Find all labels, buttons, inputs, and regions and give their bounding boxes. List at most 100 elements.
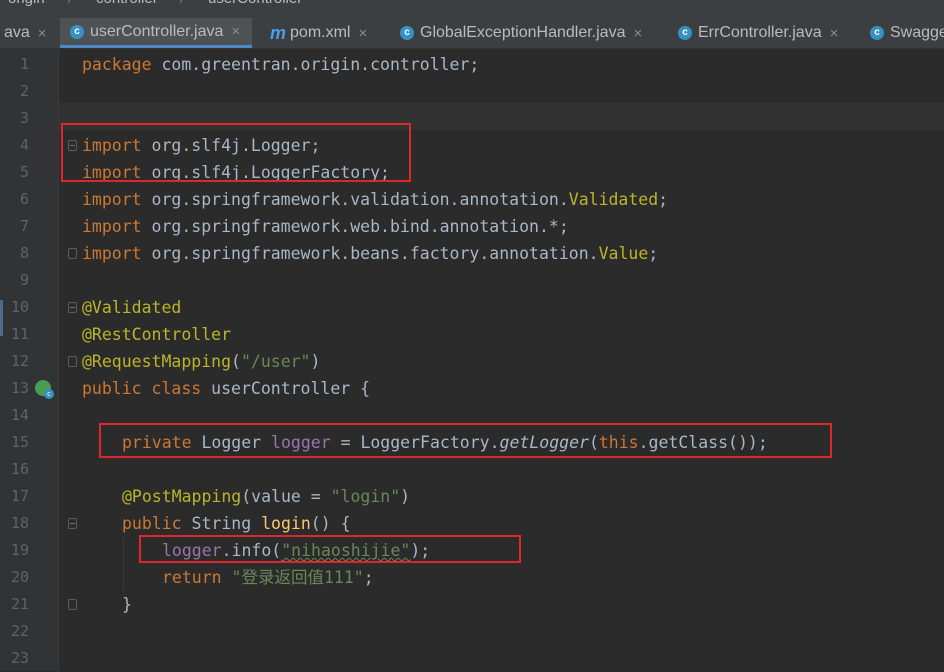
- tab-label: ErrController.java: [698, 24, 822, 41]
- java-class-icon: c: [870, 26, 884, 40]
- line-number: 16: [10, 460, 29, 478]
- code-text: (value =: [241, 487, 331, 506]
- keyword: return: [162, 568, 222, 587]
- line-number: 23: [10, 649, 29, 667]
- breadcrumb-item[interactable]: controller: [96, 0, 158, 7]
- line-number: 17: [10, 487, 29, 505]
- code-line[interactable]: import org.springframework.validation.an…: [82, 186, 668, 213]
- keyword: class: [151, 379, 202, 398]
- code-text: ;: [363, 568, 374, 587]
- tab-err-controller[interactable]: c ErrController.java ×: [678, 18, 838, 48]
- code-text: org.springframework.validation.annotatio…: [141, 190, 569, 209]
- code-text: com.greentran.origin.controller;: [151, 55, 480, 74]
- breadcrumb-item[interactable]: origin: [8, 0, 45, 7]
- annotation: @RestController: [82, 325, 232, 344]
- breadcrumb: origin / controller / userController: [0, 0, 944, 18]
- code-line[interactable]: import org.springframework.web.bind.anno…: [82, 213, 569, 240]
- line-number: 18: [10, 514, 29, 532]
- java-class-icon: c: [70, 24, 84, 39]
- java-class-icon: c: [400, 26, 414, 40]
- code-text: }: [122, 595, 132, 614]
- annotation-name: Value: [598, 244, 649, 263]
- close-icon[interactable]: ×: [830, 25, 839, 42]
- line-number: 5: [19, 163, 29, 181]
- code-text: ;: [658, 190, 669, 209]
- tab-label: Swagge: [890, 24, 944, 41]
- method-name: login: [261, 514, 311, 533]
- code-line[interactable]: @RestController: [82, 321, 231, 348]
- editor-tab-bar: ava × c userController.java × m pom.xml …: [0, 18, 944, 49]
- line-number: 11: [10, 325, 29, 343]
- java-class-icon: c: [44, 389, 54, 399]
- keyword: package: [82, 55, 152, 74]
- keyword: import: [82, 190, 142, 209]
- spring-bean-icon[interactable]: c: [35, 380, 54, 399]
- string-literal: "login": [330, 487, 401, 506]
- keyword: import: [82, 244, 142, 263]
- annotation: @RequestMapping: [82, 352, 232, 371]
- code-line[interactable]: @PostMapping(value = "login"): [122, 483, 410, 510]
- string-literal: "登录返回值111": [231, 568, 364, 587]
- line-number: 1: [19, 55, 29, 73]
- tab-pom-xml[interactable]: m pom.xml ×: [270, 18, 367, 48]
- annotation: @Validated: [82, 298, 182, 317]
- tab-label: userController.java: [90, 22, 224, 40]
- tab-user-controller[interactable]: c userController.java ×: [60, 18, 253, 48]
- tab-label: ava: [4, 24, 30, 41]
- string-literal: "/user": [240, 352, 311, 371]
- code-line[interactable]: public class userController {: [82, 375, 370, 402]
- line-number: 7: [19, 217, 29, 235]
- code-text: (: [231, 352, 241, 371]
- highlight-box-logger-call: [139, 535, 521, 563]
- code-line[interactable]: @RequestMapping("/user"): [82, 348, 320, 375]
- code-text: ): [310, 352, 321, 371]
- line-number: 15: [10, 433, 29, 451]
- tab-swagger-partial[interactable]: c Swagge: [870, 18, 944, 48]
- code-text: ;: [648, 244, 659, 263]
- close-icon[interactable]: ×: [358, 25, 367, 42]
- line-number: 12: [10, 352, 29, 370]
- line-number: 10: [10, 298, 29, 316]
- annotation-name: Validated: [568, 190, 659, 209]
- code-line[interactable]: return "登录返回值111";: [162, 564, 374, 591]
- code-text: userController {: [201, 379, 371, 398]
- breadcrumb-separator: /: [180, 0, 184, 7]
- keyword: import: [82, 217, 142, 236]
- line-number: 19: [10, 541, 29, 559]
- line-number: 22: [10, 622, 29, 640]
- code-text: ): [400, 487, 411, 506]
- code-text: org.springframework.web.bind.annotation.…: [141, 217, 569, 236]
- line-number: 9: [19, 271, 29, 289]
- code-line[interactable]: @Validated: [82, 294, 181, 321]
- line-number: 2: [19, 82, 29, 100]
- highlight-box-imports: [61, 123, 411, 182]
- code-line[interactable]: import org.springframework.beans.factory…: [82, 240, 658, 267]
- close-icon[interactable]: ×: [231, 23, 240, 40]
- line-number: 3: [19, 109, 29, 127]
- code-line[interactable]: }: [122, 591, 132, 618]
- line-number: 21: [10, 595, 29, 613]
- highlight-box-logger-field: [99, 423, 832, 458]
- line-number: 4: [19, 136, 29, 154]
- line-number: 20: [10, 568, 29, 586]
- close-icon[interactable]: ×: [633, 25, 642, 42]
- tab-label: GlobalExceptionHandler.java: [420, 24, 626, 41]
- tab-global-exception-handler[interactable]: c GlobalExceptionHandler.java ×: [400, 18, 642, 48]
- code-text: org.springframework.beans.factory.annota…: [141, 244, 599, 263]
- code-line[interactable]: package com.greentran.origin.controller;: [82, 51, 479, 78]
- keyword: public: [82, 379, 142, 398]
- line-number: 14: [10, 406, 29, 424]
- code-line[interactable]: public String login() {: [122, 510, 351, 537]
- tab-java-partial[interactable]: ava ×: [4, 18, 47, 48]
- annotation: @PostMapping: [122, 487, 242, 506]
- breadcrumb-item[interactable]: userController: [208, 0, 302, 7]
- keyword: public: [122, 514, 182, 533]
- tab-label: pom.xml: [290, 24, 351, 41]
- line-number: 13: [10, 379, 29, 397]
- line-number: 6: [19, 190, 29, 208]
- line-number: 8: [19, 244, 29, 262]
- close-icon[interactable]: ×: [38, 25, 47, 42]
- code-text: () {: [310, 514, 351, 533]
- maven-icon: m: [270, 22, 287, 43]
- java-class-icon: c: [678, 26, 692, 40]
